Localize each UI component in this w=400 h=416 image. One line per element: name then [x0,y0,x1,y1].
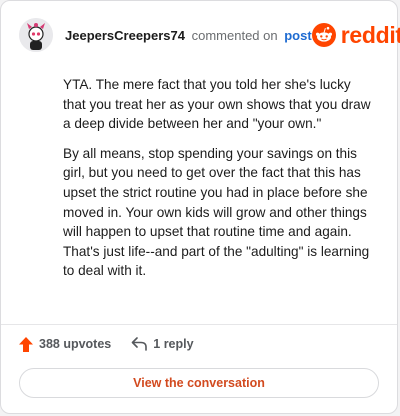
post-link[interactable]: post [284,28,311,43]
comment-paragraph: YTA. The mere fact that you told her she… [63,77,371,132]
comment-actions: 388 upvotes 1 reply [19,334,194,354]
comment-card: JeepersCreepers74 commented on post redd… [0,0,400,414]
upvote-button[interactable]: 388 upvotes [19,336,112,352]
username-link[interactable]: JeepersCreepers74 [65,28,185,43]
user-avatar-icon[interactable] [19,18,53,52]
action-text: commented on [191,27,278,43]
comment-meta: JeepersCreepers74 commented on post [65,28,312,43]
view-conversation-button[interactable]: View the conversation [19,368,379,398]
comment-header: JeepersCreepers74 commented on post redd… [19,15,400,55]
reddit-snoo-icon [311,23,336,47]
reddit-wordmark: reddit [340,21,400,48]
comment-paragraph: By all means, stop spending your savings… [63,145,370,279]
upvote-count: 388 upvotes [39,337,112,351]
reply-count: 1 reply [153,337,194,351]
upvote-arrow-icon [19,336,33,352]
reply-button[interactable]: 1 reply [131,337,194,351]
divider [1,324,397,325]
reddit-logo[interactable]: reddit [311,21,400,49]
comment-body: YTA. The mere fact that you told her she… [63,75,375,291]
reply-arrow-icon [131,337,148,351]
